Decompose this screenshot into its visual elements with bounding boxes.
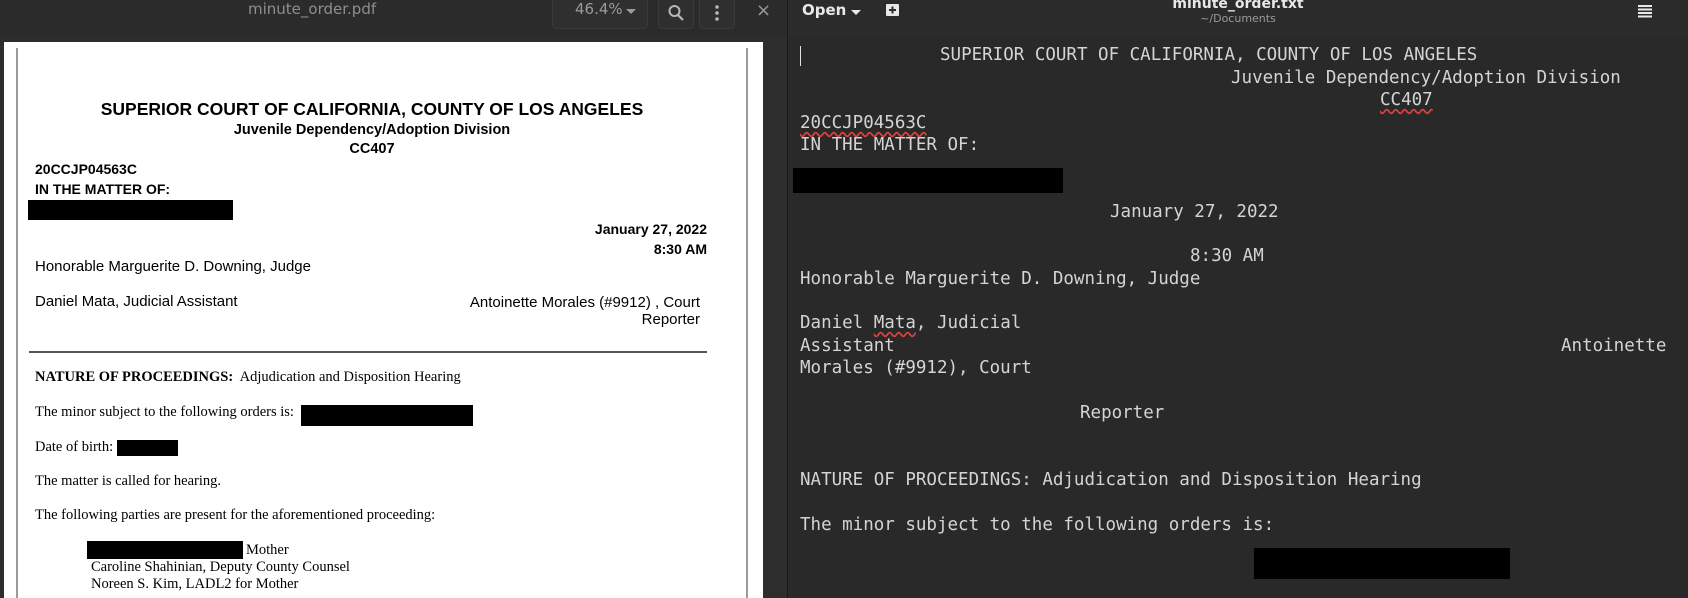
pdf-party-mother: Mother — [246, 542, 289, 558]
editor-path: ~/Documents — [1200, 12, 1276, 25]
zoom-value: 46.4% — [575, 0, 623, 18]
pdf-minor-subject: The minor subject to the following order… — [35, 404, 294, 420]
pdf-time: 8:30 AM — [653, 241, 707, 257]
text-editor-area[interactable]: SUPERIOR COURT OF CALIFORNIA, COUNTY OF … — [788, 37, 1688, 598]
search-icon — [668, 5, 684, 21]
zoom-dropdown[interactable]: 46.4% — [552, 0, 648, 29]
redaction-box — [117, 440, 178, 456]
pdf-party-counsel: Caroline Shahinian, Deputy County Counse… — [91, 559, 350, 575]
pdf-toolbar: minute_order.pdf 46.4% × — [0, 0, 787, 37]
redaction-box — [1254, 548, 1510, 579]
text-line: Morales (#9912), Court — [800, 358, 1032, 378]
editor-headerbar: Open minute_order.txt ~/Documents — [788, 0, 1688, 37]
text-line: 8:30 AM — [1190, 246, 1264, 266]
pdf-matter-label: IN THE MATTER OF: — [35, 181, 171, 197]
hamburger-menu-icon[interactable] — [1636, 3, 1654, 19]
pdf-page: SUPERIOR COURT OF CALIFORNIA, COUNTY OF … — [4, 42, 763, 598]
spellcheck-word: CC407 — [1380, 90, 1433, 110]
pdf-present: The following parties are present for th… — [35, 507, 436, 523]
pdf-filename: minute_order.pdf — [248, 0, 377, 18]
pdf-reporter-line1: Antoinette Morales (#9912) , Court — [469, 294, 700, 311]
text-line: IN THE MATTER OF: — [800, 135, 980, 155]
pdf-assistant: Daniel Mata, Judicial Assistant — [35, 293, 238, 310]
text-cursor — [800, 46, 801, 66]
pdf-dob: Date of birth: — [35, 439, 114, 455]
text-line: Honorable Marguerite D. Downing, Judge — [800, 269, 1201, 289]
text-line: Daniel Mata, Judicial — [800, 313, 1021, 333]
text-line: 20CCJP04563C — [800, 113, 926, 133]
pdf-date: January 27, 2022 — [594, 221, 707, 237]
editor-filename: minute_order.txt — [1172, 0, 1304, 12]
kebab-menu-icon — [715, 5, 719, 21]
pdf-case-number: 20CCJP04563C — [35, 161, 137, 177]
pdf-nature-value: Adjudication and Disposition Hearing — [239, 369, 461, 385]
page-edge — [746, 48, 748, 598]
pdf-court-heading: SUPERIOR COURT OF CALIFORNIA, COUNTY OF … — [100, 99, 644, 119]
text-line: Assistant — [800, 336, 895, 356]
pdf-party-ladl: Noreen S. Kim, LADL2 for Mother — [91, 576, 299, 592]
text-editor-pane: Open minute_order.txt ~/Documents SUPERI… — [788, 0, 1688, 598]
spellcheck-word: 20CCJP04563C — [800, 113, 927, 133]
text-line: Antoinette — [1561, 336, 1667, 356]
text-line: Juvenile Dependency/Adoption Division — [1231, 68, 1621, 88]
search-button[interactable] — [658, 0, 694, 29]
text-segment: Daniel — [800, 313, 874, 333]
pdf-called: The matter is called for hearing. — [35, 473, 222, 489]
pdf-division: Juvenile Dependency/Adoption Division — [233, 122, 511, 138]
pdf-judge: Honorable Marguerite D. Downing, Judge — [35, 258, 311, 275]
pdf-nature-label: NATURE OF PROCEEDINGS: — [35, 369, 234, 385]
spellcheck-word: Mata — [873, 313, 916, 333]
pdf-nature: NATURE OF PROCEEDINGS: Adjudication and … — [35, 369, 461, 386]
redaction-box — [793, 168, 1063, 193]
redaction-box — [87, 541, 243, 559]
text-line: The minor subject to the following order… — [800, 515, 1275, 535]
redaction-box — [28, 200, 233, 220]
text-line: NATURE OF PROCEEDINGS: Adjudication and … — [800, 470, 1422, 490]
text-line: Reporter — [1080, 403, 1165, 423]
text-line: January 27, 2022 — [1110, 202, 1279, 222]
pdf-viewer-pane: minute_order.pdf 46.4% × SUPERIOR COURT … — [0, 0, 787, 598]
close-button[interactable]: × — [756, 0, 771, 21]
menu-button[interactable] — [699, 0, 735, 29]
pdf-dept: CC407 — [349, 141, 395, 157]
text-line: SUPERIOR COURT OF CALIFORNIA, COUNTY OF … — [940, 45, 1478, 65]
text-line: CC407 — [1380, 90, 1433, 110]
text-segment: , Judicial — [915, 313, 1022, 333]
pdf-reporter-line2: Reporter — [641, 311, 700, 328]
chevron-down-icon — [626, 9, 636, 14]
redaction-box — [301, 405, 473, 426]
pdf-divider-rule — [29, 351, 707, 353]
